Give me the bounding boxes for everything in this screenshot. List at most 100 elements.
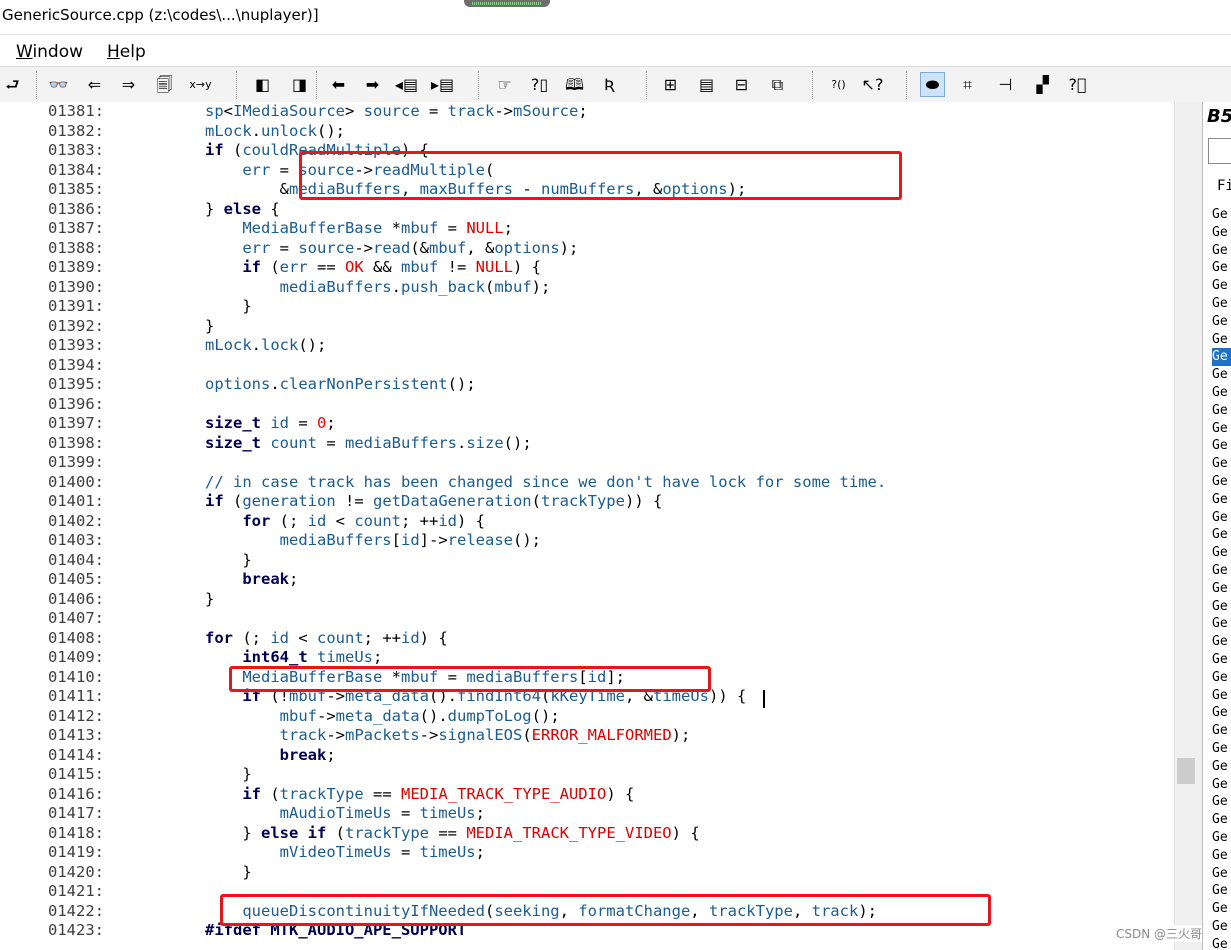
side-panel-list-item[interactable]: Ge xyxy=(1212,277,1231,295)
side-panel-filter-input[interactable] xyxy=(1208,138,1231,164)
code-text[interactable]: mLock.unlock(); xyxy=(205,122,345,142)
side-panel-list-item[interactable]: Ge xyxy=(1212,722,1231,740)
arrow-left-button[interactable]: ⬅ xyxy=(326,72,351,97)
code-text[interactable]: mVideoTimeUs = timeUs; xyxy=(205,843,485,863)
side-panel-list-item[interactable]: Ge xyxy=(1212,384,1231,402)
window-cascade-button[interactable]: ⧉ xyxy=(765,72,790,97)
side-panel-list-item[interactable]: Ge xyxy=(1212,918,1231,936)
side-panel-list-item[interactable]: Ge xyxy=(1212,526,1231,544)
side-panel-list-item[interactable]: Ge xyxy=(1212,348,1231,367)
side-panel-list-item[interactable]: Ge xyxy=(1212,580,1231,598)
replace-button[interactable]: x→y xyxy=(188,72,213,97)
code-text[interactable]: mediaBuffers.push_back(mbuf); xyxy=(205,278,551,298)
side-panel-list-item[interactable]: Ge xyxy=(1212,331,1231,349)
code-text[interactable]: mbuf->meta_data().dumpToLog(); xyxy=(205,707,560,727)
code-text[interactable]: for (; id < count; ++id) { xyxy=(205,512,485,532)
side-panel-list-item[interactable]: Ge xyxy=(1212,455,1231,473)
code-text[interactable]: // in case track has been changed since … xyxy=(205,473,886,493)
relation-button[interactable]: ⌗ xyxy=(955,72,980,97)
vertical-scrollbar[interactable] xyxy=(1174,102,1197,950)
side-panel-list-item[interactable]: Ge xyxy=(1212,633,1231,651)
book-button[interactable]: 🕮 xyxy=(562,72,587,97)
code-editor[interactable]: 01423: #ifdef MTK_AUDIO_APE_SUPPORT 01422:… xyxy=(0,102,1174,950)
scrollbar-thumb[interactable] xyxy=(1177,758,1195,784)
side-panel-list-item[interactable]: Ge xyxy=(1212,420,1231,438)
side-panel-list-item[interactable]: Ge xyxy=(1212,598,1231,616)
side-panel-list-item[interactable]: Ge xyxy=(1212,847,1231,865)
side-panel-list-item[interactable]: Ge xyxy=(1212,687,1231,705)
side-panel-list-item[interactable]: Ge xyxy=(1212,259,1231,277)
side-panel-list-item[interactable]: Ge xyxy=(1212,242,1231,260)
search-files-button[interactable]: 🗐 xyxy=(152,72,177,97)
code-text[interactable]: options.clearNonPersistent(); xyxy=(205,375,476,395)
code-text[interactable]: if (trackType == MEDIA_TRACK_TYPE_AUDIO)… xyxy=(205,785,634,805)
side-panel-list-item[interactable]: Ge xyxy=(1212,224,1231,242)
side-panel-list-item[interactable]: Ge xyxy=(1212,776,1231,794)
side-panel-list-item[interactable]: Ge xyxy=(1212,669,1231,687)
code-text[interactable]: for (; id < count; ++id) { xyxy=(205,629,448,649)
side-panel-list-item[interactable]: Ge xyxy=(1212,544,1231,562)
search-back-button[interactable]: ⇐ xyxy=(82,72,107,97)
side-panel-list-item[interactable]: Ge xyxy=(1212,811,1231,829)
code-text[interactable]: err = source->read(&mbuf, &options); xyxy=(205,239,578,259)
side-panel-list-item[interactable]: Ge xyxy=(1212,651,1231,669)
help-box-button[interactable]: ?⃞ xyxy=(1065,72,1090,97)
symbol-button[interactable]: Ʀ xyxy=(597,72,622,97)
side-panel-list-item[interactable]: Ge xyxy=(1212,562,1231,580)
code-text[interactable]: } xyxy=(205,297,251,317)
code-text[interactable]: mLock.lock(); xyxy=(205,336,326,356)
code-text[interactable]: } xyxy=(205,765,251,785)
side-panel-list-item[interactable]: Ge xyxy=(1212,491,1231,509)
side-panel-list-item[interactable]: Ge xyxy=(1212,473,1231,491)
side-panel-list-item[interactable]: Ge xyxy=(1212,402,1231,420)
window-grid-button[interactable]: ⊞ xyxy=(658,72,683,97)
menu-window[interactable]: Window xyxy=(16,42,83,62)
code-text[interactable]: } xyxy=(205,863,251,883)
side-panel-list-item[interactable]: Ge xyxy=(1212,206,1231,224)
hand-button[interactable]: ☞ xyxy=(492,72,517,97)
side-panel-list-item[interactable]: Ge xyxy=(1212,793,1231,811)
title-grip-handle[interactable] xyxy=(464,0,550,7)
lookup-button[interactable]: ⮐ xyxy=(0,72,25,97)
code-text[interactable]: break; xyxy=(205,746,336,766)
info-button[interactable]: ?▯ xyxy=(527,72,552,97)
code-text[interactable]: track->mPackets->signalEOS(ERROR_MALFORM… xyxy=(205,726,691,746)
side-panel-list-item[interactable]: Ge xyxy=(1212,615,1231,633)
bookmark-next-button[interactable]: ◨ xyxy=(287,72,312,97)
bookmark-prev-button[interactable]: ◧ xyxy=(250,72,275,97)
window-split-button[interactable]: ⊟ xyxy=(729,72,754,97)
code-text[interactable]: mAudioTimeUs = timeUs; xyxy=(205,804,485,824)
code-text[interactable]: int64_t timeUs; xyxy=(205,648,382,668)
side-panel-list-item[interactable]: Ge xyxy=(1212,509,1231,527)
side-panel-list-item[interactable]: Ge xyxy=(1212,740,1231,758)
code-text[interactable]: if (err == OK && mbuf != NULL) { xyxy=(205,258,541,278)
context-help-button[interactable]: ?() xyxy=(826,72,851,97)
jump-forward-button[interactable]: ▸▤ xyxy=(430,72,455,97)
code-text[interactable]: MediaBufferBase *mbuf = NULL; xyxy=(205,219,513,239)
code-text[interactable]: size_t count = mediaBuffers.size(); xyxy=(205,434,532,454)
code-text[interactable]: mediaBuffers[id]->release(); xyxy=(205,531,541,551)
menu-help[interactable]: Help xyxy=(107,42,146,62)
side-panel-list-item[interactable]: Ge xyxy=(1212,295,1231,313)
search-forward-button[interactable]: ⇒ xyxy=(116,72,141,97)
side-panel-list-item[interactable]: Ge xyxy=(1212,865,1231,883)
code-text[interactable]: if (generation != getDataGeneration(trac… xyxy=(205,492,662,512)
window-list-button[interactable]: ▤ xyxy=(694,72,719,97)
code-text[interactable]: sp<IMediaSource> source = track->mSource… xyxy=(205,102,588,122)
toggle-view-button[interactable]: ⬬ xyxy=(920,72,945,97)
side-panel-list-item[interactable]: Ge xyxy=(1212,882,1231,900)
code-text[interactable]: } xyxy=(205,590,214,610)
side-panel-list-item[interactable]: Ge xyxy=(1212,313,1231,331)
jump-back-button[interactable]: ◂▤ xyxy=(394,72,419,97)
side-panel-list-item[interactable]: Ge xyxy=(1212,829,1231,847)
side-panel-list-item[interactable]: Ge xyxy=(1212,900,1231,918)
tree-button[interactable]: ⊣ xyxy=(993,72,1018,97)
code-text[interactable]: break; xyxy=(205,570,298,590)
arrow-right-button[interactable]: ➡ xyxy=(360,72,385,97)
side-panel-list-item[interactable]: Ge xyxy=(1212,437,1231,455)
code-text[interactable]: } else if (trackType == MEDIA_TRACK_TYPE… xyxy=(205,824,699,844)
side-panel-list-item[interactable]: Ge xyxy=(1212,936,1231,950)
pointer-help-button[interactable]: ↖? xyxy=(860,72,885,97)
code-text[interactable]: } else { xyxy=(205,200,280,220)
binoculars-button[interactable]: 👓 xyxy=(46,72,71,97)
